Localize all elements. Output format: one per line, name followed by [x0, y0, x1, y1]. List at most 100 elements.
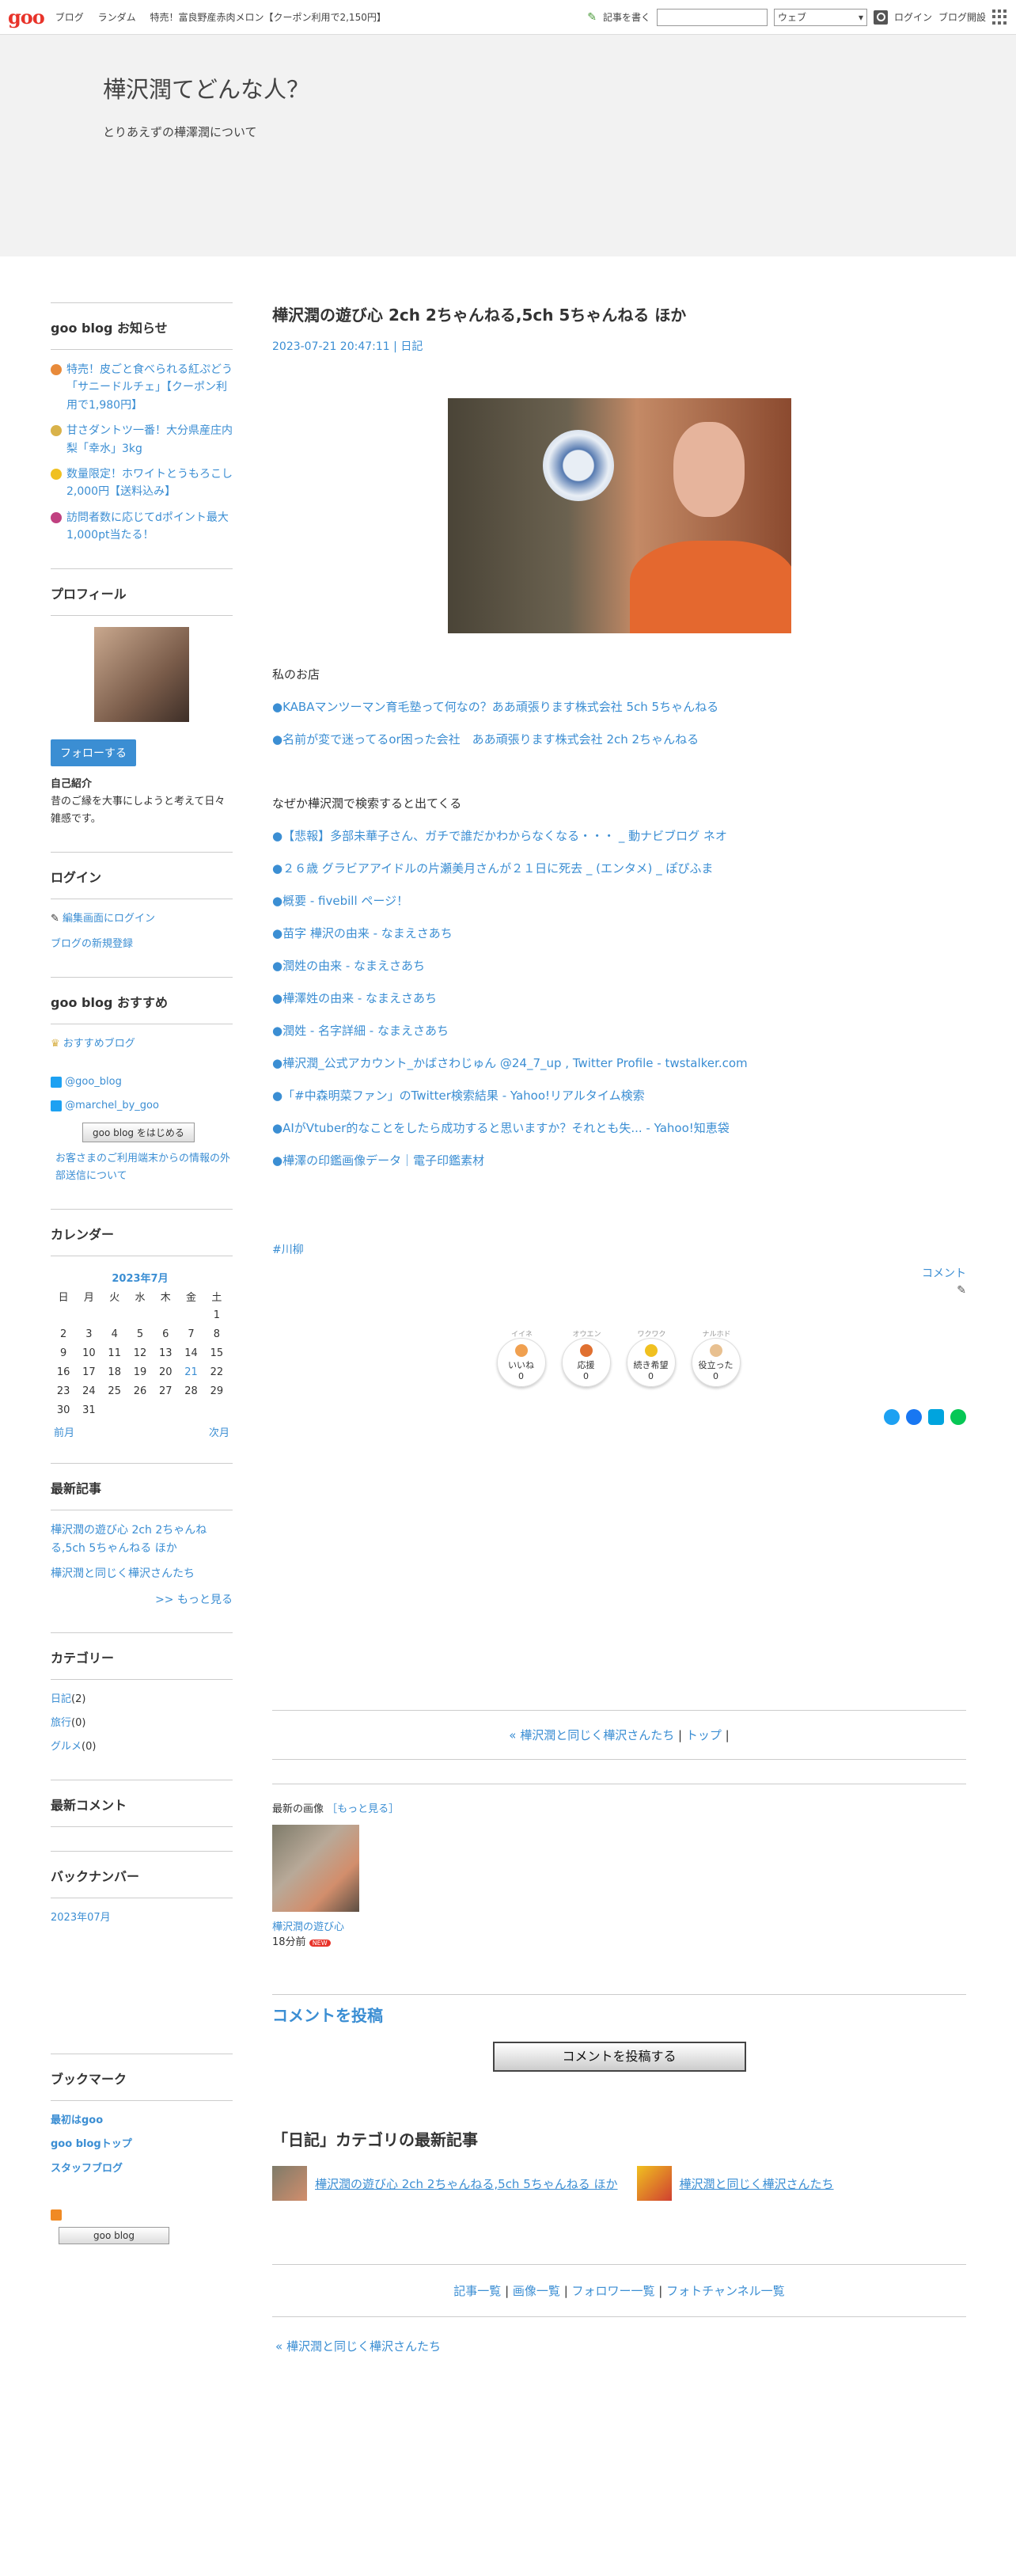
search-input[interactable]: [656, 8, 768, 26]
search-icon[interactable]: [873, 9, 888, 25]
reaction-button[interactable]: イイネ いいね 0: [496, 1328, 548, 1387]
category-article-link[interactable]: 樺沢潤の遊び心 2ch 2ちゃんねる,5ch 5ちゃんねる ほか: [315, 2175, 618, 2192]
category-thumb[interactable]: [272, 2166, 307, 2201]
latest-article-link[interactable]: 樺沢潤の遊び心 2ch 2ちゃんねる,5ch 5ちゃんねる ほか: [51, 1522, 233, 1557]
recent-thumbnail[interactable]: [272, 1825, 359, 1912]
login-link[interactable]: ログイン: [894, 10, 932, 24]
reaction-circle[interactable]: 役立った 0: [691, 1338, 741, 1387]
back-article-link[interactable]: « 樺沢潤と同じく樺沢さんたち: [275, 2339, 441, 2354]
goo-blog-badge[interactable]: goo blog: [59, 2226, 169, 2244]
bookmark-link[interactable]: 最初はgoo: [51, 2114, 103, 2126]
write-button[interactable]: 記事を書く: [603, 10, 650, 24]
follow-button[interactable]: フォローする: [51, 739, 136, 766]
post-image[interactable]: [447, 398, 791, 633]
category-thumb[interactable]: [636, 2166, 672, 2201]
edit-pen-icon[interactable]: ✎: [272, 1284, 966, 1297]
body-link[interactable]: ●樺澤の印鑑画像データ｜電子印鑑素材: [272, 1153, 484, 1168]
notice-link[interactable]: 数量限定！ホワイトとうもろこし2,000円【送料込み】: [66, 465, 233, 501]
body-link[interactable]: ●苗字 樺沢の由来 - なまえさあち: [272, 926, 453, 940]
top-link[interactable]: トップ: [686, 1728, 722, 1742]
edit-login-link[interactable]: 編集画面にログイン: [63, 913, 155, 925]
bookmark-link[interactable]: スタッフブログ: [51, 2163, 123, 2175]
blog-title[interactable]: 樺沢潤てどんな人？: [103, 71, 1016, 104]
body-link[interactable]: ●樺沢潤_公式アカウント_かばさわじゅん @24_7_up , Twitter …: [272, 1056, 748, 1070]
category-link[interactable]: グルメ: [51, 1741, 82, 1753]
recent-caption-link[interactable]: 樺沢潤の遊び心: [272, 1921, 344, 1933]
body-link[interactable]: ●潤姓 - 名字詳細 - なまえさあち: [272, 1024, 449, 1038]
reaction-circle[interactable]: 応援 0: [561, 1338, 611, 1387]
goo-logo[interactable]: goo: [8, 6, 45, 28]
reaction-label: 役立った: [698, 1359, 734, 1370]
comment-post-title: コメントを投稿: [272, 1994, 966, 2026]
backnumber-link[interactable]: 2023年07月: [51, 1912, 111, 1924]
category-article-link[interactable]: 樺沢潤と同じく樺沢さんたち: [680, 2175, 834, 2192]
notice-link[interactable]: 特売！皮ごと食べられる紅ぷどう「サニードルチェ」【クーポン利用で1,980円】: [66, 361, 233, 414]
reaction-label: 応援: [577, 1359, 595, 1370]
body-link[interactable]: ●樺澤姓の由来 - なまえさあち: [272, 991, 437, 1005]
calendar-day[interactable]: 21: [178, 1362, 203, 1381]
apps-grid-icon[interactable]: [992, 9, 1008, 25]
reaction-circle[interactable]: 続き希望 0: [626, 1338, 676, 1387]
calendar-day: 15: [210, 1347, 224, 1359]
prev-month-link[interactable]: 前月: [54, 1424, 74, 1439]
next-month-link[interactable]: 次月: [209, 1424, 229, 1439]
photo-channel-link[interactable]: フォトチャンネル一覧: [666, 2284, 785, 2298]
recent-images: 最新の画像 ［もっと見る］ 樺沢潤の遊び心 18分前 NEW: [272, 1784, 966, 1948]
twitter-goo-blog-link[interactable]: @goo_blog: [65, 1076, 122, 1088]
body-link[interactable]: ●名前が変で迷ってるor困った会社 ああ頑張ります株式会社 2ch 2ちゃんねる: [272, 732, 699, 747]
post-title[interactable]: 樺沢潤の遊び心 2ch 2ちゃんねる,5ch 5ちゃんねる ほか: [272, 302, 966, 325]
rss-icon[interactable]: [51, 2209, 62, 2221]
open-blog-link[interactable]: ブログ開設: [938, 10, 986, 24]
notice-item[interactable]: 特売！皮ごと食べられる紅ぷどう「サニードルチェ」【クーポン利用で1,980円】: [51, 361, 233, 414]
body-link[interactable]: ●潤姓の由来 - なまえさあち: [272, 959, 425, 973]
body-link[interactable]: ●「#中森明菜ファン」のTwitter検索結果 - Yahoo!リアルタイム検索: [272, 1089, 645, 1103]
notice-item[interactable]: 数量限定！ホワイトとうもろこし2,000円【送料込み】: [51, 465, 233, 501]
category-link[interactable]: 日記: [51, 1693, 71, 1705]
reaction-button[interactable]: ナルホド 役立った 0: [691, 1328, 742, 1387]
search-type-select[interactable]: ウェブ ▾: [773, 8, 867, 26]
reaction-top: ワクワク: [637, 1331, 666, 1339]
body-link[interactable]: ●２６歳 グラビアアイドルの片瀬美月さんが２１日に死去 _ (エンタメ) _ ぽ…: [272, 861, 713, 876]
bookmark-link[interactable]: goo blogトップ: [51, 2138, 132, 2150]
twitter-share-icon[interactable]: [884, 1409, 900, 1425]
profile-section: プロフィール フォローする 自己紹介 昔のご縁を大事にしようと考えて日々雑感です…: [51, 568, 233, 828]
external-transmission-link[interactable]: お客さまのご利用端末からの情報の外部送信について: [55, 1153, 230, 1182]
calendar-day: 3: [85, 1328, 93, 1340]
line-share-icon[interactable]: [950, 1409, 966, 1425]
notice-link[interactable]: 訪問者数に応じてdポイント最大1,000pt当たる！: [66, 509, 233, 545]
start-goo-blog-button[interactable]: goo blog をはじめる: [82, 1123, 195, 1143]
hatena-share-icon[interactable]: [928, 1409, 944, 1425]
prev-article-link[interactable]: « 樺沢潤と同じく樺沢さんたち: [509, 1728, 674, 1742]
recent-more-link[interactable]: ［もっと見る］: [327, 1803, 399, 1815]
reaction-circle[interactable]: いいね 0: [496, 1338, 546, 1387]
body-link[interactable]: ●KABAマンツーマン育毛塾って何なの？ああ頑張ります株式会社 5ch 5ちゃん…: [272, 700, 718, 714]
new-blog-link[interactable]: ブログの新規登録: [51, 938, 133, 950]
facebook-share-icon[interactable]: [906, 1409, 922, 1425]
comment-link[interactable]: コメント: [922, 1267, 966, 1280]
post-category-link[interactable]: 日記: [400, 340, 423, 353]
body-link[interactable]: ●概要 - fivebill ページ！: [272, 894, 408, 908]
intro-text: 昔のご縁を大事にしようと考えて日々雑感です。: [51, 795, 226, 825]
body-link[interactable]: ●【悲報】多部未華子さん、ガチで誰だかわからなくなる・・・ _ 動ナビブログ ネ…: [272, 829, 727, 843]
twitter-marchel-link[interactable]: @marchel_by_goo: [65, 1100, 159, 1111]
notice-item[interactable]: 訪問者数に応じてdポイント最大1,000pt当たる！: [51, 509, 233, 545]
profile-avatar[interactable]: [94, 626, 189, 722]
notice-link[interactable]: 甘さダントツ一番！大分県産庄内梨「幸水」3kg: [66, 422, 233, 458]
nav-promo[interactable]: 特売！富良野産赤肉メロン【クーポン利用で2,150円】: [150, 12, 385, 23]
body-link[interactable]: ●AIがVtuber的なことをしたら成功すると思いますか？それとも失... - …: [272, 1121, 730, 1135]
notice-item[interactable]: 甘さダントツ一番！大分県産庄内梨「幸水」3kg: [51, 422, 233, 458]
more-link[interactable]: >> もっと見る: [51, 1591, 233, 1609]
follower-list-link[interactable]: フォロワー一覧: [572, 2284, 655, 2298]
latest-article-link[interactable]: 樺沢潤と同じく樺沢さんたち: [51, 1565, 233, 1582]
article-list-link[interactable]: 記事一覧: [453, 2284, 501, 2298]
reaction-button[interactable]: ワクワク 続き希望 0: [626, 1328, 677, 1387]
calendar-month[interactable]: 2023年7月: [51, 1267, 229, 1286]
post-comment-button[interactable]: コメントを投稿する: [492, 2042, 746, 2072]
category-link[interactable]: 旅行: [51, 1717, 71, 1729]
nav-random[interactable]: ランダム: [98, 12, 136, 23]
nav-blog[interactable]: ブログ: [55, 12, 84, 23]
tag-link[interactable]: #川柳: [272, 1244, 304, 1256]
recommend-blog-link[interactable]: おすすめブログ: [63, 1038, 135, 1050]
reaction-button[interactable]: オウエン 応援 0: [561, 1328, 612, 1387]
image-list-link[interactable]: 画像一覧: [513, 2284, 560, 2298]
